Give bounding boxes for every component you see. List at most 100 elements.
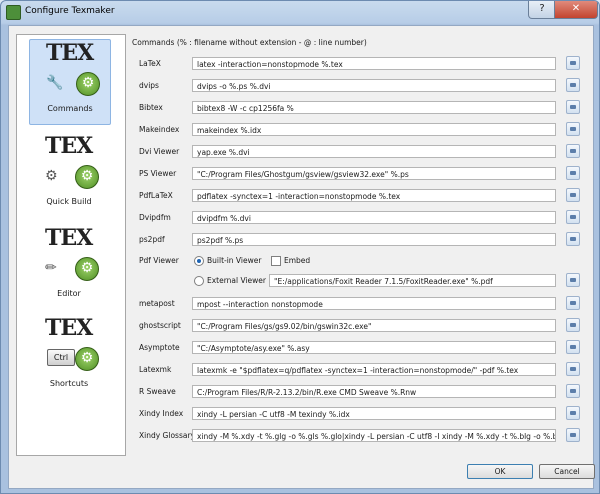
folder-icon: [570, 345, 576, 349]
tex-logo-icon: TEX ✏ ⚙: [43, 225, 99, 281]
help-button[interactable]: ?: [528, 1, 556, 19]
sidebar-item-commands[interactable]: TEX 🔧 ⚙ Commands: [29, 39, 111, 125]
latex-command-field[interactable]: latex -interaction=nonstopmode %.tex: [192, 57, 556, 70]
dvipdfm-command-field[interactable]: dvipdfm %.dvi: [192, 211, 556, 224]
pdflatex-browse-button[interactable]: [566, 188, 580, 202]
latexmk-browse-button[interactable]: [566, 362, 580, 376]
gear-icon: ⚙: [75, 347, 99, 371]
folder-icon: [570, 149, 576, 153]
makeindex-label: Makeindex: [139, 125, 180, 134]
asymptote-browse-button[interactable]: [566, 340, 580, 354]
dvi-viewer-browse-button[interactable]: [566, 144, 580, 158]
dvipdfm-browse-button[interactable]: [566, 210, 580, 224]
close-button[interactable]: ✕: [554, 1, 598, 19]
r-sweave-command-field[interactable]: C:/Program Files/R/R-2.13.2/bin/R.exe CM…: [192, 385, 556, 398]
tex-logo-icon: TEX ⚙ ⚙: [43, 133, 99, 189]
sidebar-item-label: Quick Build: [46, 197, 92, 206]
sidebar-item-label: Commands: [47, 104, 93, 113]
configure-window: Configure Texmaker ? ✕ TEX 🔧 ⚙ Commands …: [0, 0, 600, 494]
folder-icon: [570, 367, 576, 371]
gear-icon: ⚙: [75, 257, 99, 281]
sidebar-item-label: Editor: [57, 289, 81, 298]
cancel-button[interactable]: Cancel: [539, 464, 595, 479]
xindy-index-command-field[interactable]: xindy -L persian -C utf8 -M texindy %.id…: [192, 407, 556, 420]
ghostscript-label: ghostscript: [139, 321, 181, 330]
gear-icon: ⚙: [75, 165, 99, 189]
dvipdfm-label: Dvipdfm: [139, 213, 171, 222]
dvips-command-field[interactable]: dvips -o %.ps %.dvi: [192, 79, 556, 92]
folder-icon: [570, 433, 576, 437]
xindy-glossary-command-field[interactable]: xindy -M %.xdy -t %.glg -o %.gls %.glo|x…: [192, 429, 556, 442]
bibtex-command-field[interactable]: bibtex8 -W -c cp1256fa %: [192, 101, 556, 114]
window-title: Configure Texmaker: [25, 6, 115, 16]
pdflatex-command-field[interactable]: pdflatex -synctex=1 -interaction=nonstop…: [192, 189, 556, 202]
tex-logo-icon: TEX 🔧 ⚙: [44, 40, 100, 96]
xindy-glossary-browse-button[interactable]: [566, 428, 580, 442]
gears-icon: ⚙: [45, 168, 58, 184]
sidebar-item-quick-build[interactable]: TEX ⚙ ⚙ Quick Build: [29, 133, 109, 217]
builtin-viewer-label: Built-in Viewer: [207, 256, 262, 265]
folder-icon: [570, 193, 576, 197]
ghostscript-command-field[interactable]: "C:/Program Files/gs/gs9.02/bin/gswin32c…: [192, 319, 556, 332]
pdflatex-label: PdfLaTeX: [139, 191, 173, 200]
ghostscript-browse-button[interactable]: [566, 318, 580, 332]
makeindex-browse-button[interactable]: [566, 122, 580, 136]
sidebar-item-shortcuts[interactable]: TEX Ctrl ⚙ Shortcuts: [29, 315, 109, 399]
ps2pdf-command-field[interactable]: ps2pdf %.ps: [192, 233, 556, 246]
tex-logo-icon: TEX Ctrl ⚙: [43, 315, 99, 371]
ps2pdf-browse-button[interactable]: [566, 232, 580, 246]
ps-viewer-label: PS Viewer: [139, 169, 177, 178]
folder-icon: [570, 301, 576, 305]
commands-header: Commands (% : filename without extension…: [132, 38, 367, 47]
makeindex-command-field[interactable]: makeindex %.idx: [192, 123, 556, 136]
commands-panel: Commands (% : filename without extension…: [132, 34, 587, 454]
metapost-command-field[interactable]: mpost --interaction nonstopmode: [192, 297, 556, 310]
folder-icon: [570, 411, 576, 415]
ps2pdf-label: ps2pdf: [139, 235, 165, 244]
xindy-glossary-label: Xindy Glossary: [139, 431, 195, 440]
metapost-browse-button[interactable]: [566, 296, 580, 310]
title-bar: Configure Texmaker ? ✕: [1, 1, 599, 23]
asymptote-command-field[interactable]: "C:/Asymptote/asy.exe" %.asy: [192, 341, 556, 354]
latexmk-command-field[interactable]: latexmk -e "$pdflatex=q/pdflatex -syncte…: [192, 363, 556, 376]
ps-viewer-browse-button[interactable]: [566, 166, 580, 180]
builtin-viewer-radio[interactable]: [194, 256, 204, 266]
sidebar-item-label: Shortcuts: [49, 379, 89, 388]
folder-icon: [570, 215, 576, 219]
r-sweave-browse-button[interactable]: [566, 384, 580, 398]
embed-checkbox[interactable]: [271, 256, 281, 266]
bibtex-browse-button[interactable]: [566, 100, 580, 114]
external-viewer-browse-button[interactable]: [566, 273, 580, 287]
latex-label: LaTeX: [139, 59, 161, 68]
external-viewer-field[interactable]: "E:/applications/Foxit Reader 7.1.5/Foxi…: [269, 274, 556, 287]
folder-icon: [570, 127, 576, 131]
asymptote-label: Asymptote: [139, 343, 180, 352]
dvips-browse-button[interactable]: [566, 78, 580, 92]
metapost-label: metapost: [139, 299, 175, 308]
ps-viewer-command-field[interactable]: "C:/Program Files/Ghostgum/gsview/gsview…: [192, 167, 556, 180]
pencil-icon: ✏: [45, 260, 57, 276]
ctrl-key-icon: Ctrl: [47, 349, 75, 366]
folder-icon: [570, 278, 576, 282]
texmaker-app-icon: [6, 5, 21, 20]
sidebar-item-editor[interactable]: TEX ✏ ⚙ Editor: [29, 225, 109, 309]
folder-icon: [570, 105, 576, 109]
external-viewer-label: External Viewer: [207, 276, 266, 285]
xindy-index-browse-button[interactable]: [566, 406, 580, 420]
dvi-viewer-command-field[interactable]: yap.exe %.dvi: [192, 145, 556, 158]
gear-icon: ⚙: [76, 72, 100, 96]
dialog-client-area: TEX 🔧 ⚙ Commands TEX ⚙ ⚙ Quick Build TEX…: [8, 25, 595, 489]
external-viewer-radio[interactable]: [194, 276, 204, 286]
settings-sidebar: TEX 🔧 ⚙ Commands TEX ⚙ ⚙ Quick Build TEX…: [16, 34, 126, 456]
folder-icon: [570, 83, 576, 87]
latex-browse-button[interactable]: [566, 56, 580, 70]
ok-button[interactable]: OK: [467, 464, 533, 479]
embed-label: Embed: [284, 256, 311, 265]
latexmk-label: Latexmk: [139, 365, 172, 374]
folder-icon: [570, 61, 576, 65]
wrench-icon: 🔧: [46, 75, 64, 91]
r-sweave-label: R Sweave: [139, 387, 176, 396]
folder-icon: [570, 323, 576, 327]
xindy-index-label: Xindy Index: [139, 409, 184, 418]
folder-icon: [570, 237, 576, 241]
